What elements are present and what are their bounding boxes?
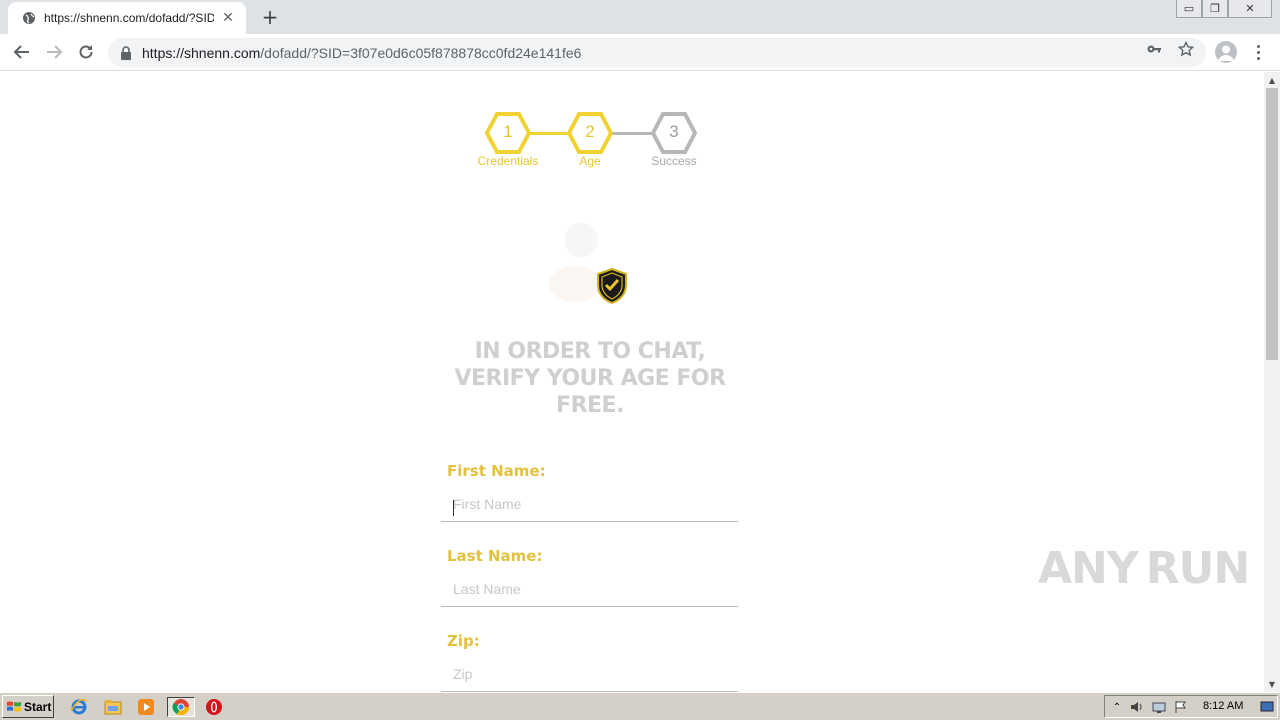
step-credentials: 1 Credentials [478, 110, 538, 168]
scroll-down-icon[interactable]: ▼ [1264, 676, 1280, 692]
step-age: 2 Age [566, 110, 614, 168]
scroll-up-icon[interactable]: ▲ [1264, 72, 1280, 88]
start-button[interactable]: Start [2, 695, 54, 718]
url-text: https://shnenn.com/dofadd/?SID=3f07e0d6c… [142, 44, 582, 61]
chrome-menu-icon[interactable] [1250, 41, 1266, 63]
shield-check-icon [597, 268, 627, 304]
last-name-input[interactable] [441, 571, 738, 607]
windows-logo-icon [7, 701, 21, 711]
browser-tab[interactable]: https://shnenn.com/dofadd/?SID=3f07 ✕ [8, 2, 246, 34]
profile-avatar[interactable] [1215, 41, 1237, 63]
step-label: Credentials [477, 154, 539, 168]
page-scrollbar[interactable]: ▲ ▼ [1264, 72, 1280, 692]
step-success: 3 Success [650, 110, 698, 168]
zip-label: Zip: [447, 632, 480, 650]
close-window-button[interactable]: ✕ [1228, 0, 1272, 18]
system-tray: ⌃ 8:12 AM [1104, 695, 1278, 718]
forward-button[interactable] [42, 40, 66, 64]
ie-icon[interactable] [68, 697, 90, 717]
globe-icon [22, 11, 36, 25]
restore-button[interactable]: ❐ [1202, 0, 1228, 18]
explorer-icon[interactable] [102, 697, 124, 717]
step-number: 2 [585, 122, 595, 141]
progress-steps: 1 Credentials 2 Age 3 Success [470, 110, 710, 170]
step-label: Success [651, 154, 697, 168]
headline-line: VERIFY YOUR AGE FOR [454, 366, 726, 391]
clock[interactable]: 8:12 AM [1203, 700, 1243, 712]
chevron-up-icon[interactable]: ⌃ [1109, 699, 1125, 715]
anyrun-watermark: ANY RUN [1038, 538, 1250, 598]
headline-line: FREE. [556, 393, 624, 418]
last-name-label: Last Name: [447, 547, 543, 565]
first-name-field: First Name: [441, 462, 738, 522]
step-label: Age [579, 154, 601, 168]
zip-field: Zip: [441, 632, 738, 692]
watermark-text: ANY [1038, 542, 1139, 594]
watermark-text: RUN [1145, 542, 1250, 594]
address-bar[interactable]: https://shnenn.com/dofadd/?SID=3f07e0d6c… [108, 38, 1206, 67]
tab-strip: https://shnenn.com/dofadd/?SID=3f07 ✕ + … [0, 0, 1280, 34]
first-name-label: First Name: [447, 462, 546, 480]
first-name-input[interactable] [441, 486, 738, 522]
minimize-button[interactable]: ▭ [1176, 0, 1202, 18]
last-name-field: Last Name: [441, 547, 738, 607]
new-tab-button[interactable]: + [258, 5, 282, 29]
reload-icon [79, 45, 93, 59]
text-cursor [453, 500, 454, 516]
bookmark-star-icon[interactable] [1178, 41, 1194, 57]
scroll-thumb[interactable] [1266, 88, 1278, 360]
show-desktop-icon[interactable] [1259, 699, 1275, 715]
opera-icon[interactable] [203, 697, 225, 717]
step-number: 1 [503, 122, 513, 141]
tab-close-icon[interactable]: ✕ [220, 10, 236, 26]
zip-input[interactable] [441, 656, 738, 692]
step-number: 3 [669, 122, 679, 141]
window-controls: ▭ ❐ ✕ [1176, 0, 1272, 20]
media-player-icon[interactable] [135, 697, 157, 717]
reload-button[interactable] [74, 40, 98, 64]
headline-line: IN ORDER TO CHAT, [474, 339, 706, 364]
arrow-left-icon [13, 45, 29, 59]
windows-taskbar: Start ⌃ 8:12 AM [0, 692, 1280, 720]
browser-toolbar: https://shnenn.com/dofadd/?SID=3f07e0d6c… [0, 34, 1280, 71]
start-label: Start [24, 699, 52, 714]
speaker-icon[interactable] [1129, 699, 1145, 715]
network-icon[interactable] [1151, 699, 1167, 715]
arrow-right-icon [47, 45, 63, 59]
lock-icon [120, 45, 134, 60]
flag-icon[interactable] [1173, 699, 1189, 715]
tab-title: https://shnenn.com/dofadd/?SID=3f07 [44, 11, 214, 25]
chrome-icon[interactable] [167, 697, 195, 717]
key-icon[interactable] [1146, 41, 1162, 57]
back-button[interactable] [10, 40, 34, 64]
verify-age-headline: IN ORDER TO CHAT, VERIFY YOUR AGE FOR FR… [430, 338, 750, 419]
page-viewport: 1 Credentials 2 Age 3 Success IN ORDER T… [0, 72, 1264, 692]
